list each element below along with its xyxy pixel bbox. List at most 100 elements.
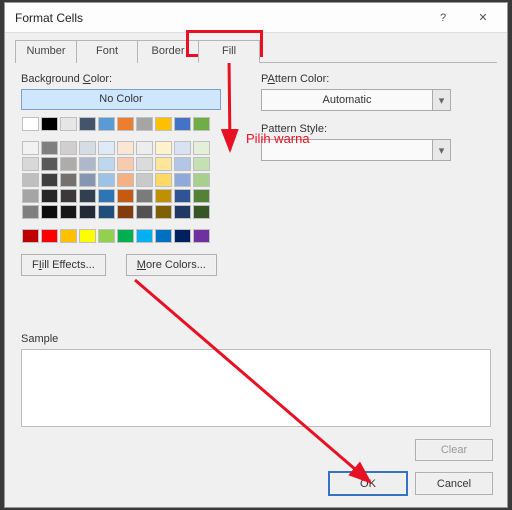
tab-font[interactable]: Font bbox=[76, 40, 138, 63]
color-swatch[interactable] bbox=[136, 173, 153, 187]
sample-box bbox=[21, 349, 491, 427]
color-swatch[interactable] bbox=[174, 189, 191, 203]
color-swatch[interactable] bbox=[98, 229, 115, 243]
color-swatch[interactable] bbox=[41, 157, 58, 171]
pattern-color-label: PAttern Color: bbox=[261, 73, 491, 85]
color-swatch[interactable] bbox=[79, 189, 96, 203]
color-swatch[interactable] bbox=[193, 157, 210, 171]
more-colors-button[interactable]: More Colors... bbox=[126, 254, 217, 276]
color-swatch[interactable] bbox=[60, 205, 77, 219]
help-icon: ? bbox=[440, 12, 446, 24]
color-swatch[interactable] bbox=[98, 173, 115, 187]
color-swatch[interactable] bbox=[136, 157, 153, 171]
color-swatch[interactable] bbox=[98, 157, 115, 171]
color-swatch[interactable] bbox=[60, 189, 77, 203]
color-swatch[interactable] bbox=[98, 117, 115, 131]
chevron-down-icon: ▾ bbox=[432, 90, 450, 110]
right-column: PAttern Color: Automatic ▾ Pattern Style… bbox=[261, 73, 491, 497]
dialog-title: Format Cells bbox=[15, 11, 423, 25]
color-swatch[interactable] bbox=[60, 157, 77, 171]
color-swatch[interactable] bbox=[22, 189, 39, 203]
ok-button[interactable]: OK bbox=[329, 472, 407, 495]
color-swatch[interactable] bbox=[155, 229, 172, 243]
color-swatch[interactable] bbox=[41, 173, 58, 187]
sample-area: Sample bbox=[21, 333, 491, 427]
color-swatch[interactable] bbox=[60, 229, 77, 243]
color-swatch[interactable] bbox=[22, 141, 39, 155]
help-button[interactable]: ? bbox=[423, 4, 463, 32]
color-swatch[interactable] bbox=[136, 205, 153, 219]
color-swatch[interactable] bbox=[117, 189, 134, 203]
color-swatch[interactable] bbox=[41, 189, 58, 203]
color-swatch[interactable] bbox=[117, 229, 134, 243]
color-swatch[interactable] bbox=[41, 117, 58, 131]
close-icon: ✕ bbox=[478, 11, 487, 24]
color-swatch[interactable] bbox=[193, 205, 210, 219]
color-swatch[interactable] bbox=[174, 173, 191, 187]
color-swatch[interactable] bbox=[174, 229, 191, 243]
color-swatch[interactable] bbox=[41, 141, 58, 155]
color-swatch[interactable] bbox=[22, 117, 39, 131]
pattern-style-value bbox=[262, 140, 432, 160]
bg-color-label: Background Color: bbox=[21, 73, 241, 85]
pattern-color-dropdown[interactable]: Automatic ▾ bbox=[261, 89, 451, 111]
color-swatch[interactable] bbox=[136, 117, 153, 131]
footer-buttons: OK Cancel bbox=[329, 472, 493, 495]
color-swatch[interactable] bbox=[98, 141, 115, 155]
color-swatch[interactable] bbox=[193, 189, 210, 203]
color-swatch[interactable] bbox=[60, 173, 77, 187]
color-swatch[interactable] bbox=[22, 229, 39, 243]
color-swatch[interactable] bbox=[155, 157, 172, 171]
pattern-style-dropdown[interactable]: ▾ bbox=[261, 139, 451, 161]
titlebar: Format Cells ? ✕ bbox=[5, 3, 507, 33]
color-swatch[interactable] bbox=[136, 229, 153, 243]
color-swatch[interactable] bbox=[174, 205, 191, 219]
color-swatch[interactable] bbox=[79, 205, 96, 219]
cancel-button[interactable]: Cancel bbox=[415, 472, 493, 495]
color-swatch[interactable] bbox=[155, 141, 172, 155]
color-swatch[interactable] bbox=[155, 205, 172, 219]
color-swatch[interactable] bbox=[79, 229, 96, 243]
close-button[interactable]: ✕ bbox=[463, 4, 503, 32]
color-swatch[interactable] bbox=[155, 189, 172, 203]
color-swatch[interactable] bbox=[136, 141, 153, 155]
color-swatch[interactable] bbox=[79, 173, 96, 187]
color-palette bbox=[21, 116, 221, 244]
sample-label: Sample bbox=[21, 333, 491, 345]
color-swatch[interactable] bbox=[155, 117, 172, 131]
color-swatch[interactable] bbox=[193, 173, 210, 187]
chevron-down-icon: ▾ bbox=[432, 140, 450, 160]
color-swatch[interactable] bbox=[98, 189, 115, 203]
color-swatch[interactable] bbox=[79, 141, 96, 155]
color-swatch[interactable] bbox=[22, 157, 39, 171]
color-swatch[interactable] bbox=[193, 117, 210, 131]
color-swatch[interactable] bbox=[117, 141, 134, 155]
tab-fill[interactable]: Fill bbox=[198, 40, 260, 63]
clear-button[interactable]: Clear bbox=[415, 439, 493, 461]
color-swatch[interactable] bbox=[60, 141, 77, 155]
pattern-style-label: Pattern Style: bbox=[261, 123, 491, 135]
color-swatch[interactable] bbox=[41, 205, 58, 219]
color-swatch[interactable] bbox=[117, 117, 134, 131]
color-swatch[interactable] bbox=[117, 205, 134, 219]
color-swatch[interactable] bbox=[22, 205, 39, 219]
tab-number[interactable]: Number bbox=[15, 40, 77, 63]
tab-border[interactable]: Border bbox=[137, 40, 199, 63]
color-swatch[interactable] bbox=[136, 189, 153, 203]
color-swatch[interactable] bbox=[174, 157, 191, 171]
color-swatch[interactable] bbox=[117, 173, 134, 187]
color-swatch[interactable] bbox=[193, 229, 210, 243]
color-swatch[interactable] bbox=[155, 173, 172, 187]
color-swatch[interactable] bbox=[98, 205, 115, 219]
color-swatch[interactable] bbox=[174, 141, 191, 155]
color-swatch[interactable] bbox=[60, 117, 77, 131]
color-swatch[interactable] bbox=[117, 157, 134, 171]
color-swatch[interactable] bbox=[79, 117, 96, 131]
fill-effects-button[interactable]: FIill Effects... bbox=[21, 254, 106, 276]
color-swatch[interactable] bbox=[41, 229, 58, 243]
color-swatch[interactable] bbox=[79, 157, 96, 171]
no-color-button[interactable]: No Color bbox=[21, 89, 221, 110]
color-swatch[interactable] bbox=[22, 173, 39, 187]
color-swatch[interactable] bbox=[193, 141, 210, 155]
color-swatch[interactable] bbox=[174, 117, 191, 131]
